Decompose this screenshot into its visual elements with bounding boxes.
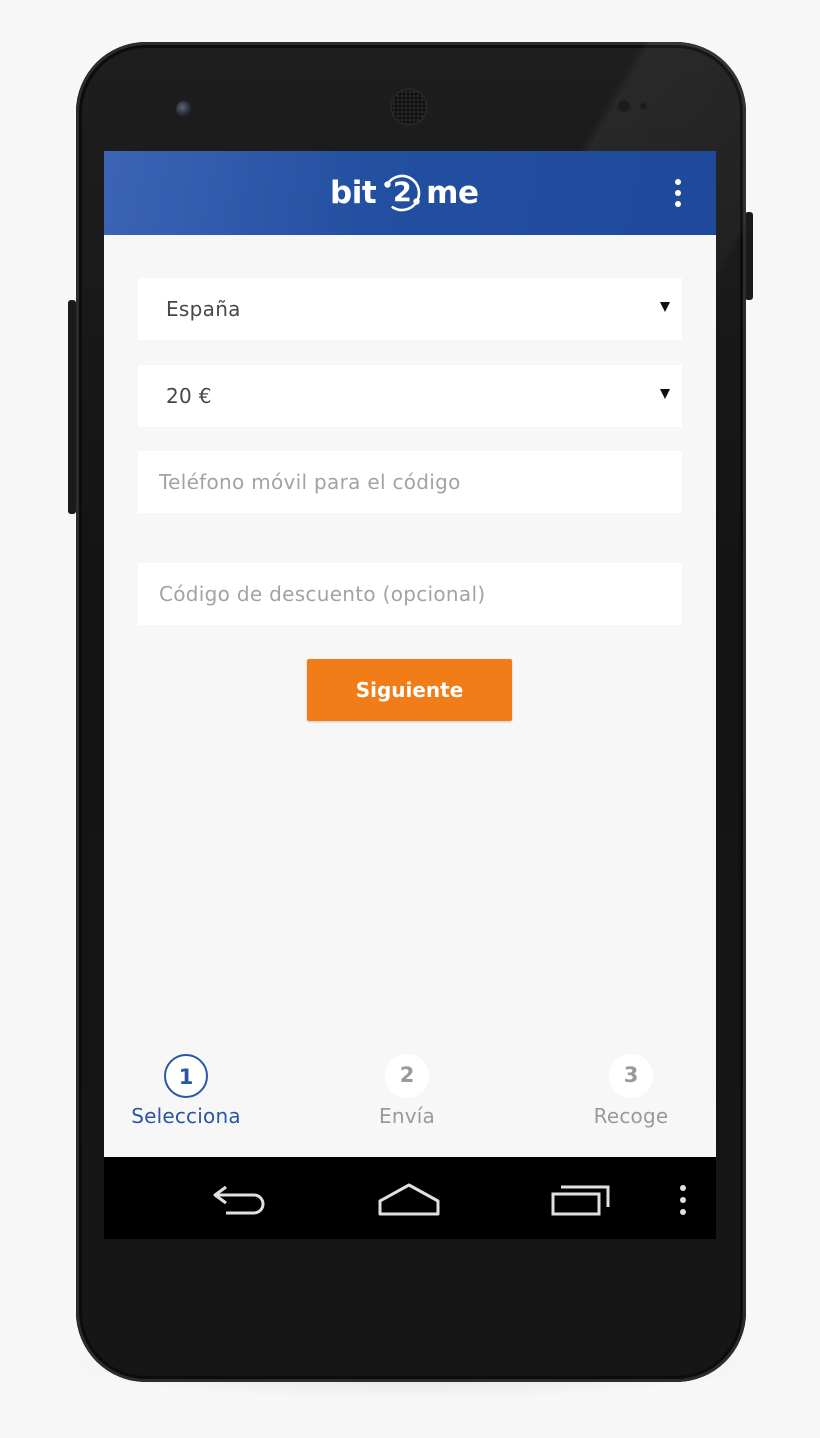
overflow-dot: [680, 1185, 686, 1191]
amount-value: 20 €: [166, 384, 212, 408]
menu-dot: [675, 179, 681, 185]
amount-select[interactable]: 20 €: [138, 365, 682, 427]
step-number: 2: [385, 1054, 429, 1098]
back-icon[interactable]: [210, 1181, 270, 1217]
dropdown-arrow-icon: [660, 302, 670, 312]
brand-logo: bit 2 me: [330, 171, 479, 215]
menu-dot: [675, 201, 681, 207]
brand-digit: 2: [392, 177, 412, 208]
app-bar: bit 2 me: [104, 151, 716, 235]
next-button[interactable]: Siguiente: [307, 659, 512, 721]
overflow-dot: [680, 1209, 686, 1215]
country-value: España: [166, 297, 241, 321]
step-send: 2 Envía: [332, 1054, 482, 1128]
step-label: Envía: [379, 1104, 435, 1128]
proximity-sensor: [618, 100, 630, 112]
step-number: 1: [164, 1054, 208, 1098]
step-number: 3: [609, 1054, 653, 1098]
brand-prefix: bit: [330, 175, 377, 211]
step-label: Recoge: [593, 1104, 669, 1128]
earpiece-speaker: [392, 90, 426, 124]
step-collect: 3 Recoge: [556, 1054, 706, 1128]
overflow-icon[interactable]: [678, 1185, 688, 1215]
dropdown-arrow-icon: [660, 389, 670, 399]
recents-icon[interactable]: [550, 1181, 612, 1217]
country-select[interactable]: España: [138, 278, 682, 340]
volume-button: [68, 300, 76, 514]
menu-dot: [675, 190, 681, 196]
step-select: 1 Selecciona: [111, 1054, 261, 1128]
discount-field-container: [138, 563, 682, 625]
app-screen: bit 2 me España 20 € Teléfono móvil para…: [104, 151, 716, 1239]
brand-suffix: me: [426, 175, 479, 211]
system-navigation-bar: [104, 1157, 716, 1239]
device-mockup: bit 2 me España 20 € Teléfono móvil para…: [0, 0, 820, 1438]
light-sensor: [640, 103, 647, 110]
discount-code-input[interactable]: [159, 582, 682, 606]
phone-input[interactable]: [159, 470, 682, 494]
phone-field-container: [138, 451, 682, 513]
step-label: Selecciona: [131, 1104, 241, 1128]
progress-steps: 1 Selecciona 2 Envía 3 Recoge: [104, 1054, 716, 1144]
overflow-dot: [680, 1197, 686, 1203]
power-button: [745, 212, 753, 300]
home-icon[interactable]: [377, 1181, 441, 1217]
brand-ring: 2: [382, 173, 422, 213]
front-camera: [176, 101, 192, 117]
more-vert-icon[interactable]: [666, 175, 690, 211]
